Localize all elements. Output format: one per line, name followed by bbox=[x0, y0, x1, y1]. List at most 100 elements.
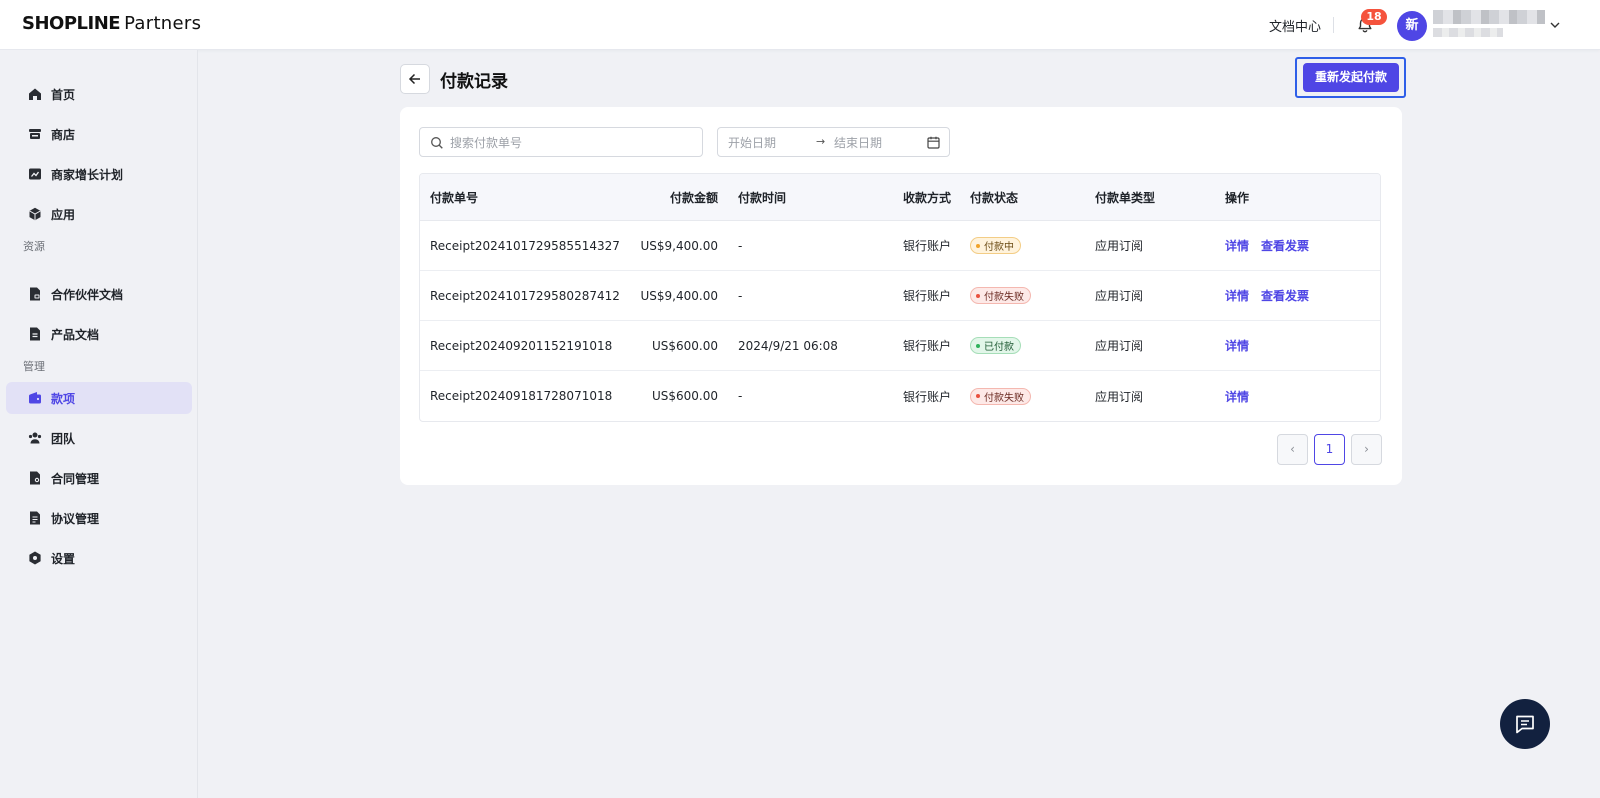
details-link[interactable]: 详情 bbox=[1225, 287, 1249, 304]
shopline-logo[interactable]: SHOPLINE Partners bbox=[22, 13, 201, 34]
payment-records-card: → 付款单号 付款金额 付款时间 收款方式 付款状态 付款单类型 操作 Rece… bbox=[400, 107, 1402, 485]
sidebar-item-payments[interactable]: 款项 bbox=[6, 382, 192, 414]
search-icon bbox=[431, 137, 443, 149]
sidebar-item-label: 首页 bbox=[51, 88, 76, 102]
payment-amount: US$9,400.00 bbox=[640, 238, 718, 253]
payment-method: 银行账户 bbox=[903, 339, 952, 353]
status-dot-icon bbox=[976, 343, 980, 348]
page-title: 付款记录 bbox=[440, 72, 508, 92]
column-header: 付款单号 bbox=[430, 190, 479, 205]
status-text: 付款失败 bbox=[984, 392, 1024, 404]
notification-badge: 18 bbox=[1361, 9, 1387, 25]
sidebar-item-label: 商家增长计划 bbox=[51, 168, 124, 182]
sidebar-item-label: 合同管理 bbox=[51, 472, 100, 486]
sidebar-item-partner-docs[interactable]: 合作伙伴文档 bbox=[6, 278, 192, 310]
chat-icon bbox=[1516, 715, 1534, 734]
blurred-user-subtitle bbox=[1433, 28, 1503, 37]
view-invoice-link[interactable]: 查看发票 bbox=[1261, 237, 1309, 254]
receipt-id: Receipt2024101729580287412 bbox=[430, 288, 620, 303]
status-badge: 付款中 bbox=[970, 237, 1021, 254]
status-text: 已付款 bbox=[984, 342, 1014, 353]
details-link[interactable]: 详情 bbox=[1225, 337, 1249, 354]
column-header: 收款方式 bbox=[903, 190, 952, 205]
column-header: 付款单类型 bbox=[1095, 190, 1156, 205]
chevron-down-icon[interactable] bbox=[1548, 18, 1562, 32]
status-dot-icon bbox=[976, 394, 980, 398]
back-button[interactable] bbox=[400, 64, 430, 94]
column-header: 付款金额 bbox=[669, 190, 718, 205]
payment-amount: US$600.00 bbox=[651, 338, 718, 353]
payments-table: 付款单号 付款金额 付款时间 收款方式 付款状态 付款单类型 操作 Receip… bbox=[419, 173, 1381, 422]
status-badge: 付款失败 bbox=[970, 387, 1031, 405]
sidebar-item-label: 商店 bbox=[51, 128, 76, 142]
table-row: Receipt2024101729580287412 US$9,400.00 -… bbox=[420, 271, 1380, 321]
pagination-prev-button[interactable]: ‹ bbox=[1277, 434, 1308, 465]
calendar-icon[interactable] bbox=[927, 136, 940, 149]
end-date-input[interactable] bbox=[834, 134, 920, 152]
docs-center-link[interactable]: 文档中心 bbox=[1269, 16, 1321, 35]
receipt-id: Receipt2024101729585514327 bbox=[430, 238, 620, 253]
status-badge: 已付款 bbox=[970, 337, 1021, 354]
status-dot-icon bbox=[976, 293, 980, 298]
details-link[interactable]: 详情 bbox=[1225, 388, 1249, 405]
agreement-icon bbox=[30, 511, 40, 525]
retry-payment-button[interactable]: 重新发起付款 bbox=[1303, 63, 1399, 92]
sidebar: 首页 商店 商家增长计划 应用 资源 合作伙伴文档 产品文档 管理 款项 团队 … bbox=[0, 50, 198, 798]
arrow-left-icon bbox=[408, 73, 420, 85]
settings-icon bbox=[29, 551, 41, 565]
sidebar-item-team[interactable]: 团队 bbox=[6, 422, 192, 454]
payment-amount: US$600.00 bbox=[651, 389, 718, 403]
sidebar-item-agreements[interactable]: 协议管理 bbox=[6, 502, 192, 534]
start-date-input[interactable] bbox=[728, 134, 814, 152]
payment-time: 2024/9/21 06:08 bbox=[738, 338, 838, 353]
sidebar-item-label: 合作伙伴文档 bbox=[51, 288, 124, 302]
sidebar-item-settings[interactable]: 设置 bbox=[6, 542, 192, 574]
header-divider bbox=[1333, 17, 1334, 33]
sidebar-item-label: 产品文档 bbox=[51, 328, 100, 342]
payment-time: - bbox=[738, 389, 743, 403]
avatar[interactable]: 新 bbox=[1397, 11, 1427, 41]
view-invoice-link[interactable]: 查看发票 bbox=[1261, 287, 1309, 304]
payment-method: 银行账户 bbox=[903, 389, 952, 404]
home-icon bbox=[29, 88, 41, 100]
receipt-id: Receipt202409181728071018 bbox=[430, 389, 613, 403]
search-input[interactable] bbox=[450, 134, 690, 152]
section-label-resources: 资源 bbox=[23, 240, 45, 253]
contract-icon bbox=[30, 471, 40, 485]
pagination-page-1[interactable]: 1 bbox=[1314, 434, 1345, 465]
section-label-manage: 管理 bbox=[23, 360, 45, 373]
search-box[interactable] bbox=[419, 127, 703, 157]
blurred-user-name bbox=[1433, 10, 1545, 24]
sidebar-item-growth-plan[interactable]: 商家增长计划 bbox=[6, 158, 192, 190]
sidebar-item-label: 款项 bbox=[51, 392, 76, 406]
wallet-icon bbox=[29, 392, 41, 404]
status-badge: 付款失败 bbox=[970, 287, 1031, 304]
sidebar-item-store[interactable]: 商店 bbox=[6, 118, 192, 150]
sidebar-item-apps[interactable]: 应用 bbox=[6, 198, 192, 230]
payment-type: 应用订阅 bbox=[1095, 289, 1144, 303]
team-icon bbox=[28, 432, 42, 444]
doc-lock-icon bbox=[30, 287, 40, 301]
chat-support-button[interactable] bbox=[1500, 699, 1550, 749]
payment-time: - bbox=[738, 238, 743, 253]
document-icon bbox=[30, 327, 40, 341]
sidebar-item-label: 团队 bbox=[51, 432, 76, 446]
receipt-id: Receipt202409201152191018 bbox=[430, 338, 613, 353]
status-text: 付款中 bbox=[984, 242, 1014, 253]
sidebar-item-contracts[interactable]: 合同管理 bbox=[6, 462, 192, 494]
range-arrow-icon: → bbox=[816, 135, 826, 148]
date-range-picker[interactable]: → bbox=[717, 127, 950, 157]
sidebar-item-product-docs[interactable]: 产品文档 bbox=[6, 318, 192, 350]
column-header: 操作 bbox=[1225, 190, 1250, 205]
payment-method: 银行账户 bbox=[903, 289, 952, 303]
column-header: 付款状态 bbox=[970, 190, 1019, 205]
payment-time: - bbox=[738, 288, 743, 303]
store-icon bbox=[29, 129, 41, 139]
sidebar-item-home[interactable]: 首页 bbox=[6, 78, 192, 110]
payment-amount: US$9,400.00 bbox=[640, 288, 718, 303]
details-link[interactable]: 详情 bbox=[1225, 237, 1249, 254]
status-dot-icon bbox=[976, 243, 980, 248]
table-row: Receipt202409181728071018 US$600.00 - 银行… bbox=[420, 371, 1380, 421]
pagination-next-button[interactable]: › bbox=[1351, 434, 1382, 465]
column-header: 付款时间 bbox=[738, 190, 787, 205]
